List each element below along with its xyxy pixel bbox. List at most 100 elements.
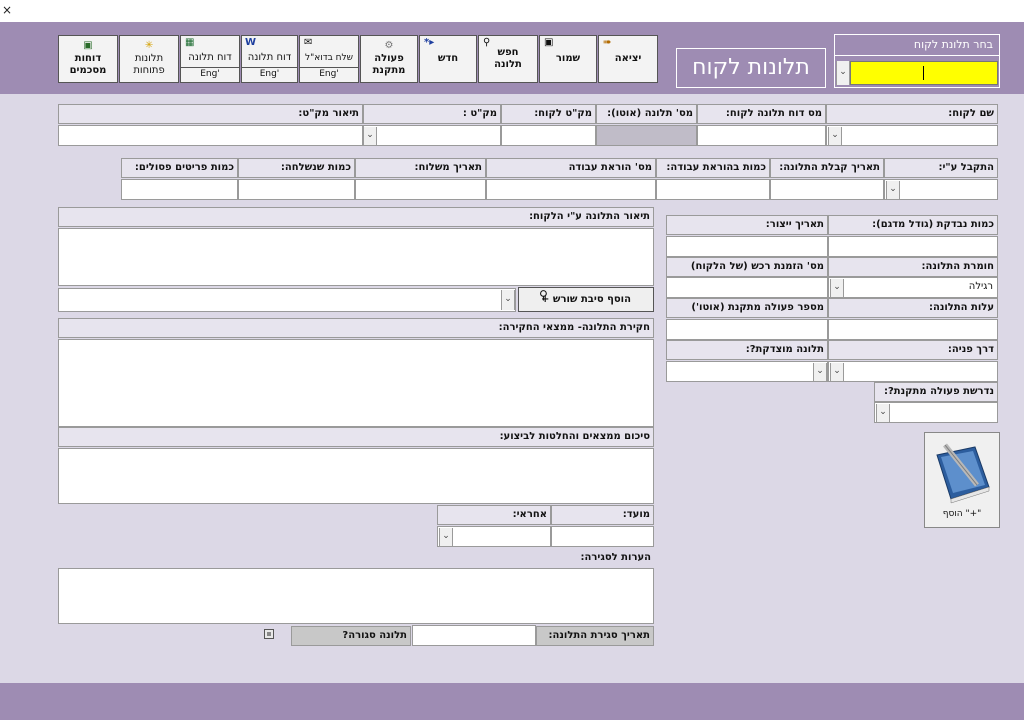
page-title: תלונות לקוח [676, 48, 826, 88]
complaint-closed-checkbox[interactable] [264, 629, 274, 639]
production-date-input[interactable] [666, 236, 828, 257]
corrective-action-button[interactable]: ⚙ פעולה מתקנת [360, 35, 418, 83]
received-by-label: התקבל ע"י: [884, 158, 998, 178]
complaint-no-auto-label: מס' תלונה (אוטו): [596, 104, 697, 124]
catalog-description-input[interactable] [58, 125, 363, 146]
complaint-report-button-1[interactable]: ▦ דוח תלונה [180, 35, 240, 68]
send-email-button[interactable]: ✉ שלח בדוא"ל [299, 35, 359, 68]
complaint-report-1-label: דוח תלונה [188, 52, 232, 63]
closing-date-input[interactable] [412, 625, 536, 646]
complaint-severity-input[interactable]: רגילה [828, 277, 998, 298]
complaint-picker-dropdown-icon[interactable]: ⌄ [836, 61, 850, 85]
deadline-input[interactable] [551, 526, 654, 547]
requires-corrective-action-label: נדרשת פעולה מתקנת?: [874, 382, 998, 402]
catalog-no-label: מק"ט : [363, 104, 501, 124]
complaint-report-1-sub[interactable]: Eng' [180, 68, 240, 83]
complaint-receipt-date-input[interactable] [770, 179, 884, 200]
email-icon: ✉ [304, 37, 313, 48]
justified-complaint-input[interactable] [666, 361, 828, 382]
work-order-qty-input[interactable] [656, 179, 770, 200]
customer-po-no-input[interactable] [666, 277, 828, 298]
summary-textarea[interactable] [58, 448, 654, 504]
complaint-receipt-date-label: תאריך קבלת התלונה: [770, 158, 884, 178]
complaint-picker-input[interactable] [850, 61, 998, 85]
corrective-action-no-label: מספר פעולה מתקנת (אוטו') [666, 298, 828, 318]
requires-corrective-action-dropdown-icon[interactable]: ⌄ [876, 404, 890, 422]
add-button[interactable]: "+" הוסף [924, 432, 1000, 528]
reports-icon: ▣ [83, 40, 93, 51]
search-complaint-button[interactable]: ⚲ חפש תלונה [478, 35, 538, 83]
send-email-sub[interactable]: Eng' [299, 68, 359, 83]
exit-label: יציאה [614, 53, 642, 64]
text-caret [923, 66, 924, 80]
complaint-cost-input[interactable] [828, 319, 998, 340]
book-pen-icon [936, 443, 990, 504]
corrective-action-label: פעולה מתקנת [372, 53, 406, 76]
close-icon[interactable]: × [2, 3, 12, 17]
corrective-action-no-input[interactable] [666, 319, 828, 340]
responsible-label: אחראי: [437, 505, 551, 525]
add-button-label: "+" הוסף [942, 509, 982, 519]
customer-catalog-no-label: מק"ט לקוח: [501, 104, 596, 124]
complaint-report-2-sub[interactable]: Eng' [241, 68, 298, 83]
complaint-no-auto-input [596, 125, 697, 146]
complaint-report-2-label: דוח תלונה [247, 52, 292, 63]
catalog-no-dropdown-icon[interactable]: ⌄ [363, 127, 377, 145]
customer-description-textarea[interactable] [58, 228, 654, 286]
justified-complaint-dropdown-icon[interactable]: ⌄ [813, 363, 827, 381]
responsible-input[interactable] [437, 526, 551, 547]
root-cause-dropdown-icon[interactable]: ⌄ [501, 290, 515, 310]
contact-method-input[interactable] [828, 361, 998, 382]
customer-catalog-no-input[interactable] [501, 125, 596, 146]
send-email-label: שלח בדוא"ל [304, 53, 354, 63]
customer-complaint-report-no-label: מס דוח תלונה לקוח: [697, 104, 826, 124]
open-complaints-label: תלונות פתוחות [133, 53, 165, 76]
complaint-severity-label: חומרת התלונה: [828, 257, 998, 277]
add-root-cause-button[interactable]: הוסף סיבת שורש + ⚲ [518, 287, 654, 312]
responsible-dropdown-icon[interactable]: ⌄ [439, 528, 453, 546]
reports-button-label: דוחות מסכמים [69, 53, 107, 76]
closing-notes-label: הערות לסגירה: [580, 552, 651, 563]
complaint-picker-header: בחר תלונת לקוח [835, 35, 999, 56]
shipment-date-input[interactable] [355, 179, 486, 200]
complaint-severity-dropdown-icon[interactable]: ⌄ [830, 279, 844, 297]
customer-name-input[interactable] [826, 125, 998, 146]
rejected-qty-input[interactable] [121, 179, 238, 200]
shipped-qty-input[interactable] [238, 179, 355, 200]
production-date-label: תאריך ייצור: [666, 215, 828, 235]
catalog-no-input[interactable] [363, 125, 501, 146]
exit-button[interactable]: ➠ יציאה [598, 35, 658, 83]
received-by-input[interactable] [884, 179, 998, 200]
customer-description-label: תיאור התלונה ע"י הלקוח: [58, 207, 654, 227]
investigation-label: חקירת התלונה- ממצאי החקירה: [58, 318, 654, 338]
search-complaint-label: חפש תלונה [494, 47, 522, 70]
contact-method-label: דרך פניה: [828, 340, 998, 360]
new-button[interactable]: ▸* חדש [419, 35, 477, 83]
closing-notes-textarea[interactable] [58, 568, 654, 624]
reports-button[interactable]: ▣ דוחות מסכמים [58, 35, 118, 83]
requires-corrective-action-input[interactable] [874, 402, 998, 423]
root-cause-select[interactable] [58, 288, 516, 312]
contact-method-dropdown-icon[interactable]: ⌄ [830, 363, 844, 381]
customer-complaint-report-no-input[interactable] [697, 125, 826, 146]
rejected-qty-label: כמות פריטים פסולים: [121, 158, 238, 178]
investigation-textarea[interactable] [58, 339, 654, 427]
footer-bar [0, 683, 1024, 720]
open-complaints-button[interactable]: ✳ תלונות פתוחות [119, 35, 179, 83]
work-order-no-input[interactable] [486, 179, 656, 200]
magnifier-icon: ⚲ [539, 288, 548, 302]
customer-name-dropdown-icon[interactable]: ⌄ [828, 127, 842, 145]
received-by-dropdown-icon[interactable]: ⌄ [886, 181, 900, 199]
complaint-report-button-2[interactable]: W דוח תלונה [241, 35, 298, 68]
customer-po-no-label: מס' הזמנת רכש (של הלקוח) [666, 257, 828, 277]
catalog-description-label: תיאור מק"ט: [58, 104, 363, 124]
inspected-qty-label: כמות נבדקת (גודל מדגם): [828, 215, 998, 235]
sparkle-icon: ✳ [144, 40, 154, 51]
new-label: חדש [437, 53, 459, 64]
save-button[interactable]: ▣ שמור [539, 35, 597, 83]
add-root-cause-label: הוסף סיבת שורש + [541, 294, 631, 305]
search-icon: ⚲ [483, 37, 491, 48]
save-icon: ▣ [544, 37, 554, 48]
customer-name-label: שם לקוח: [826, 104, 998, 124]
inspected-qty-input[interactable] [828, 236, 998, 257]
